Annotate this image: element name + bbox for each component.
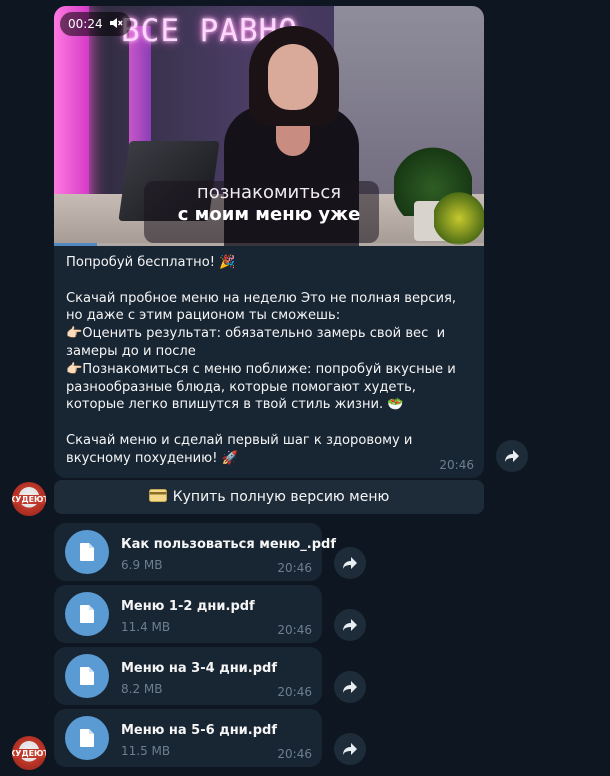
- document-size: 11.5 MB: [121, 744, 171, 758]
- video-player[interactable]: ВСЕ РАВНО познакомиться с моим меню уже …: [54, 6, 484, 246]
- video-message-bubble: ВСЕ РАВНО познакомиться с моим меню уже …: [54, 6, 484, 478]
- avatar[interactable]: ХУДЕЮТ: [12, 736, 46, 770]
- document-name: Меню на 3-4 дни.pdf: [121, 661, 277, 676]
- forward-icon: [343, 557, 357, 569]
- forward-icon: [505, 450, 519, 462]
- message-time: 20:46: [277, 561, 312, 575]
- video-caption-line1: познакомиться: [196, 182, 342, 203]
- credit-card-icon: [148, 488, 167, 506]
- video-caption-line2: с моим меню уже: [177, 204, 361, 225]
- document-message[interactable]: Меню на 5-6 дни.pdf 11.5 MB 20:46: [54, 709, 322, 767]
- file-icon[interactable]: [65, 654, 109, 698]
- avatar[interactable]: ХУДЕЮТ: [12, 482, 46, 516]
- document-message[interactable]: Меню на 3-4 дни.pdf 8.2 MB 20:46: [54, 647, 322, 705]
- message-time: 20:46: [277, 747, 312, 761]
- video-duration: 00:24: [68, 17, 103, 31]
- message-time: 20:46: [439, 458, 474, 472]
- file-icon[interactable]: [65, 592, 109, 636]
- forward-button[interactable]: [496, 440, 528, 472]
- forward-button[interactable]: [334, 609, 366, 641]
- message-text: Попробуй бесплатно! 🎉 Скачай пробное мен…: [66, 255, 457, 466]
- document-message[interactable]: Как пользоваться меню_.pdf 6.9 MB 20:46: [54, 523, 336, 581]
- video-progress-track[interactable]: [54, 243, 484, 246]
- mute-icon[interactable]: [109, 16, 123, 33]
- forward-icon: [343, 681, 357, 693]
- buy-full-menu-button[interactable]: Купить полную версию меню: [54, 480, 484, 514]
- document-size: 8.2 MB: [121, 682, 163, 696]
- document-message[interactable]: Меню 1-2 дни.pdf 11.4 MB 20:46: [54, 585, 322, 643]
- forward-icon: [343, 619, 357, 631]
- buy-full-menu-label: Купить полную версию меню: [172, 489, 390, 505]
- message-time: 20:46: [277, 685, 312, 699]
- file-icon[interactable]: [65, 530, 109, 574]
- video-duration-badge: 00:24: [60, 12, 131, 36]
- document-name: Меню 1-2 дни.pdf: [121, 599, 255, 614]
- document-name: Меню на 5-6 дни.pdf: [121, 723, 277, 738]
- avatar-text: ХУДЕЮТ: [12, 748, 46, 758]
- forward-button[interactable]: [334, 671, 366, 703]
- document-size: 11.4 MB: [121, 620, 171, 634]
- file-icon[interactable]: [65, 716, 109, 760]
- forward-icon: [343, 743, 357, 755]
- forward-button[interactable]: [334, 547, 366, 579]
- video-progress-fill: [54, 243, 97, 246]
- forward-button[interactable]: [334, 733, 366, 765]
- person-face: [268, 44, 318, 110]
- document-size: 6.9 MB: [121, 558, 163, 572]
- message-time: 20:46: [277, 623, 312, 637]
- document-name: Как пользоваться меню_.pdf: [121, 537, 336, 552]
- avatar-text: ХУДЕЮТ: [12, 494, 46, 504]
